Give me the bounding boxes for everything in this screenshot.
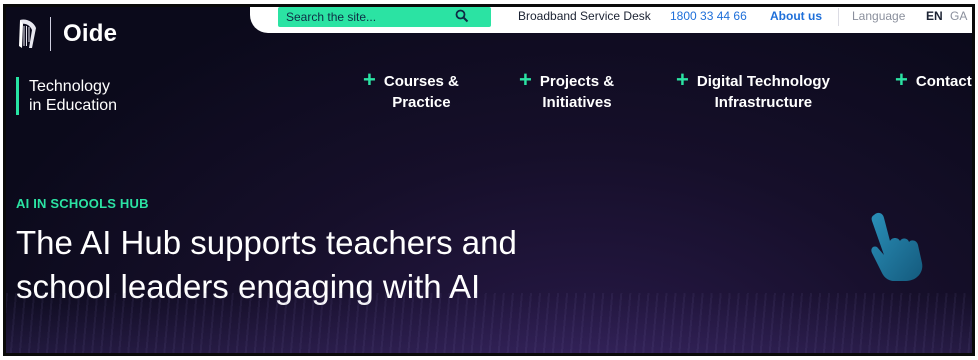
about-us-link[interactable]: About us <box>770 9 822 23</box>
nav-label-line-1: Courses & <box>383 73 459 90</box>
nav-item-courses-practice[interactable]: + Courses & Practice <box>363 67 459 113</box>
harp-logo-icon <box>19 19 36 48</box>
broadband-phone-link[interactable]: 1800 33 44 66 <box>670 9 747 23</box>
nav-label-line-1: Projects & <box>539 73 615 90</box>
utility-bar: Search the site... Broadband Service Des… <box>250 7 972 33</box>
nav-item-digital-technology-infrastructure[interactable]: + Digital Technology Infrastructure <box>676 67 830 113</box>
plus-icon: + <box>895 67 908 92</box>
headline-line-1: The AI Hub supports teachers and <box>16 224 517 261</box>
site-logo[interactable]: Oide <box>16 17 117 51</box>
tagline-line-1: Technology <box>29 78 110 95</box>
plus-icon: + <box>676 67 689 92</box>
language-en-button[interactable]: EN <box>926 9 943 23</box>
nav-label-line-2: Practice <box>392 94 451 111</box>
tagline-line-2: in Education <box>29 97 118 114</box>
hero-eyebrow: AI IN SCHOOLS HUB <box>16 196 149 211</box>
brand-name: Oide <box>63 20 118 47</box>
search-input[interactable]: Search the site... <box>278 7 491 27</box>
nav-label-line-2: Initiatives <box>542 94 612 111</box>
language-ga-button[interactable]: GA <box>950 9 967 23</box>
broadband-service-desk-label: Broadband Service Desk <box>518 9 651 23</box>
hero-headline: The AI Hub supports teachers and school … <box>16 221 517 309</box>
headline-line-2: school leaders engaging with AI <box>16 268 481 305</box>
brand-tagline: Technology in Education <box>16 77 117 115</box>
plus-icon: + <box>519 67 532 92</box>
nav-item-projects-initiatives[interactable]: + Projects & Initiatives <box>519 67 615 113</box>
logo-divider <box>50 17 51 51</box>
language-label: Language <box>852 9 906 23</box>
nav-item-contact[interactable]: + Contact <box>895 67 972 92</box>
nav-label-line-1: Digital Technology <box>696 73 830 90</box>
pointing-hand-icon <box>871 212 923 281</box>
search-placeholder: Search the site... <box>286 10 377 24</box>
nav-label-line-1: Contact <box>915 73 972 90</box>
utility-divider <box>838 8 839 26</box>
page-frame: Oide Technology in Education Search the … <box>3 4 975 356</box>
search-icon[interactable] <box>455 9 469 23</box>
nav-label-line-2: Infrastructure <box>714 94 813 111</box>
plus-icon: + <box>363 67 376 92</box>
